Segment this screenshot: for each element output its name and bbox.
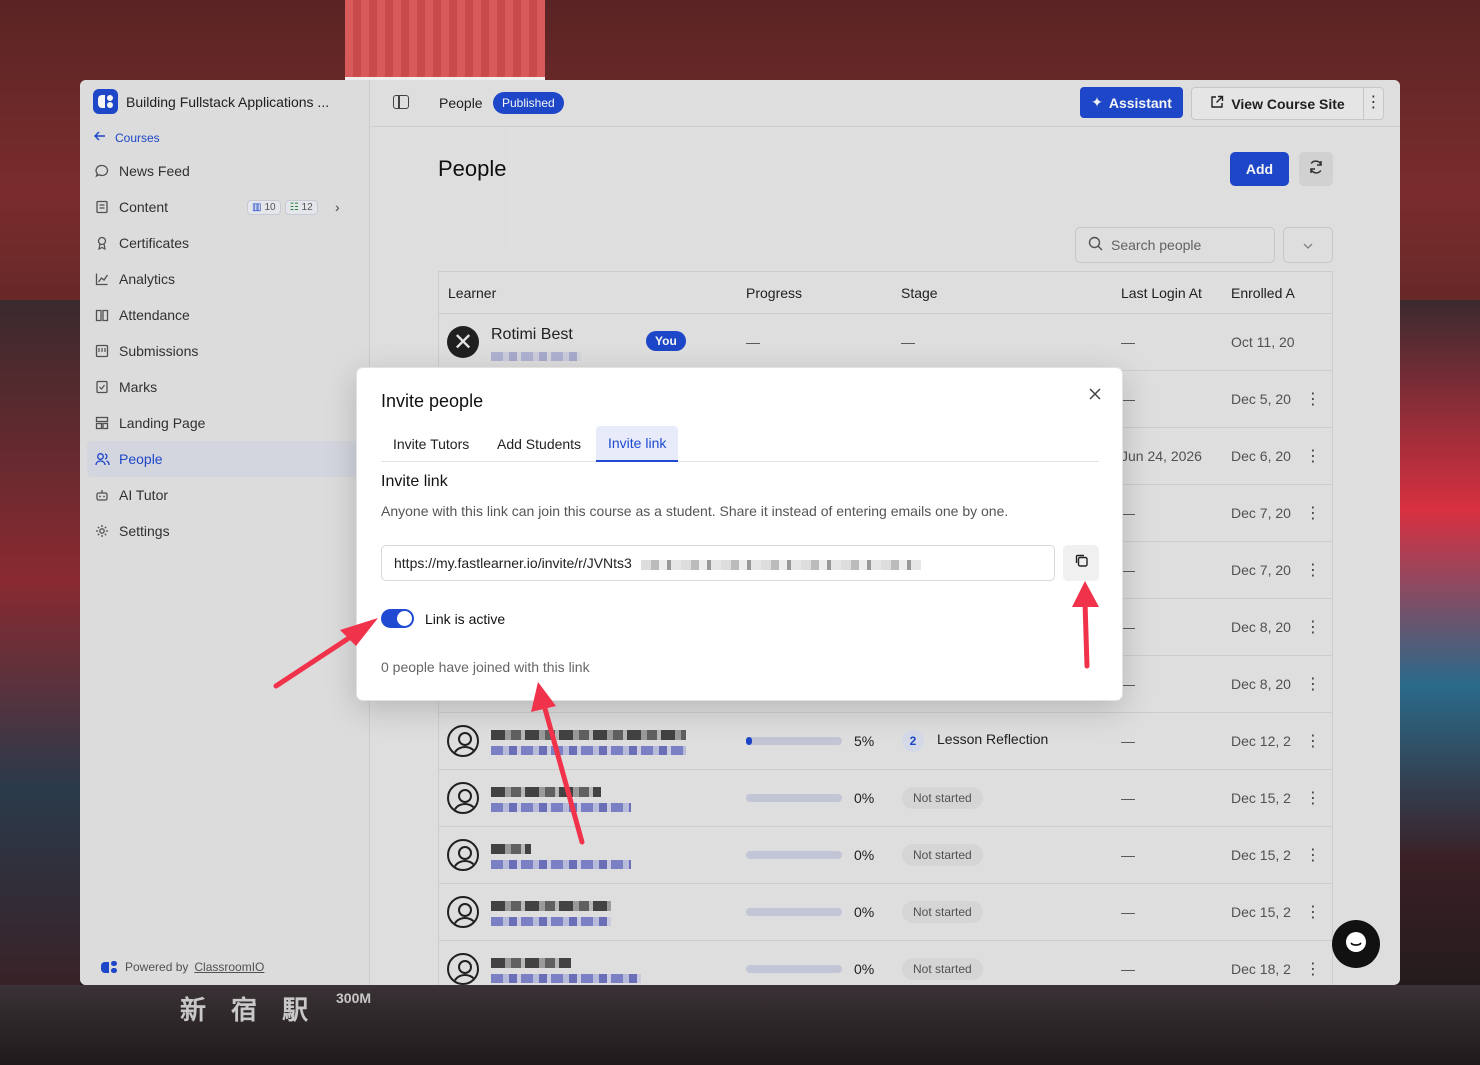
copy-icon bbox=[1074, 553, 1089, 573]
invite-link-value: https://my.fastlearner.io/invite/r/JVNts… bbox=[394, 555, 632, 571]
background-left-buildings bbox=[0, 300, 80, 1000]
invite-people-dialog: Invite people Invite Tutors Add Students… bbox=[356, 367, 1123, 701]
dialog-title: Invite people bbox=[381, 391, 484, 411]
chat-icon bbox=[1344, 930, 1368, 959]
background-tower bbox=[345, 0, 545, 80]
background-distance-sign: 300M bbox=[336, 990, 372, 1006]
link-active-label: Link is active bbox=[425, 611, 506, 627]
link-active-toggle[interactable] bbox=[381, 609, 414, 628]
copy-link-button[interactable] bbox=[1063, 545, 1099, 581]
section-description: Anyone with this link can join this cour… bbox=[381, 503, 1009, 519]
invite-link-redacted bbox=[641, 560, 921, 570]
invite-link-field[interactable]: https://my.fastlearner.io/invite/r/JVNts… bbox=[381, 545, 1055, 581]
tab-invite-tutors[interactable]: Invite Tutors bbox=[381, 426, 481, 462]
tab-add-students[interactable]: Add Students bbox=[485, 426, 593, 462]
invite-tabs: Invite Tutors Add Students Invite link bbox=[381, 426, 1099, 462]
background-station-sign: 新 宿 駅 bbox=[180, 996, 317, 1026]
background-right-buildings bbox=[1400, 300, 1480, 1000]
tab-invite-link[interactable]: Invite link bbox=[596, 426, 679, 462]
close-icon[interactable] bbox=[1089, 384, 1101, 405]
joined-count-text: 0 people have joined with this link bbox=[381, 659, 590, 675]
support-chat-button[interactable] bbox=[1332, 920, 1380, 968]
section-title: Invite link bbox=[381, 473, 448, 490]
